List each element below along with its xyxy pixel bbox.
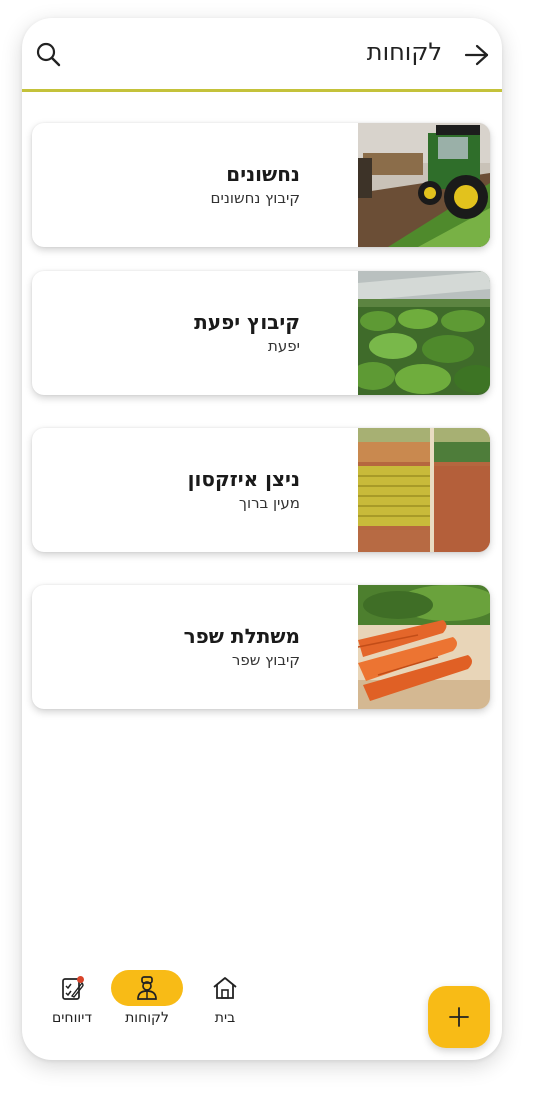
nav-item-home[interactable]: בית: [188, 970, 262, 1040]
nav-label-customers: לקוחות: [125, 1010, 169, 1026]
notification-dot: [77, 976, 84, 983]
carrots-image: [358, 585, 490, 709]
nav-icon-container: [189, 970, 261, 1006]
customer-location: יפעת: [268, 337, 300, 355]
nav-icon-container: [36, 970, 108, 1006]
back-button[interactable]: [460, 38, 494, 72]
arrow-right-icon: [464, 44, 489, 66]
home-icon: [213, 977, 237, 999]
customer-location: קיבוץ נחשונים: [210, 189, 300, 207]
top-app-bar: לקוחות: [22, 18, 502, 92]
customer-text: ניצן איזקסון מעין ברוך: [188, 466, 300, 514]
customer-card[interactable]: ניצן איזקסון מעין ברוך: [32, 428, 490, 552]
customer-text: נחשונים קיבוץ נחשונים: [211, 161, 300, 209]
customer-card[interactable]: נחשונים קיבוץ נחשונים: [32, 123, 490, 247]
customer-text: משתלת שפר קיבוץ שפר: [184, 623, 300, 671]
customer-name: קיבוץ יפעת: [194, 310, 300, 334]
customer-card[interactable]: משתלת שפר קיבוץ שפר: [32, 585, 490, 709]
nav-label-home: בית: [214, 1010, 236, 1026]
greenhouse-crops-image: [358, 271, 490, 395]
search-icon: [36, 42, 61, 67]
person-icon: [137, 976, 157, 1000]
search-button[interactable]: [32, 38, 64, 70]
phone-frame: לקוחות נחשונים קיבוץ נחשונים קיבוץ יפעת …: [22, 18, 502, 1060]
customer-name: נחשונים: [226, 162, 300, 186]
page-title: לקוחות: [366, 38, 442, 66]
customer-name: ניצן איזקסון: [187, 467, 300, 491]
tractor-field-image: [358, 123, 490, 247]
customer-location: מעין ברוך: [238, 494, 300, 512]
add-customer-button[interactable]: [428, 986, 490, 1048]
nav-active-indicator: [111, 970, 183, 1006]
customer-card[interactable]: קיבוץ יפעת יפעת: [32, 271, 490, 395]
customer-text: קיבוץ יפעת יפעת: [194, 309, 300, 357]
aerial-fields-image: [358, 428, 490, 552]
nav-item-reports[interactable]: דיווחים: [35, 970, 109, 1040]
nav-label-reports: דיווחים: [52, 1010, 92, 1026]
plus-icon: [449, 1007, 469, 1027]
nav-item-customers[interactable]: לקוחות: [110, 970, 184, 1040]
customer-name: משתלת שפר: [183, 624, 300, 648]
customer-location: קיבוץ שפר: [231, 651, 300, 669]
